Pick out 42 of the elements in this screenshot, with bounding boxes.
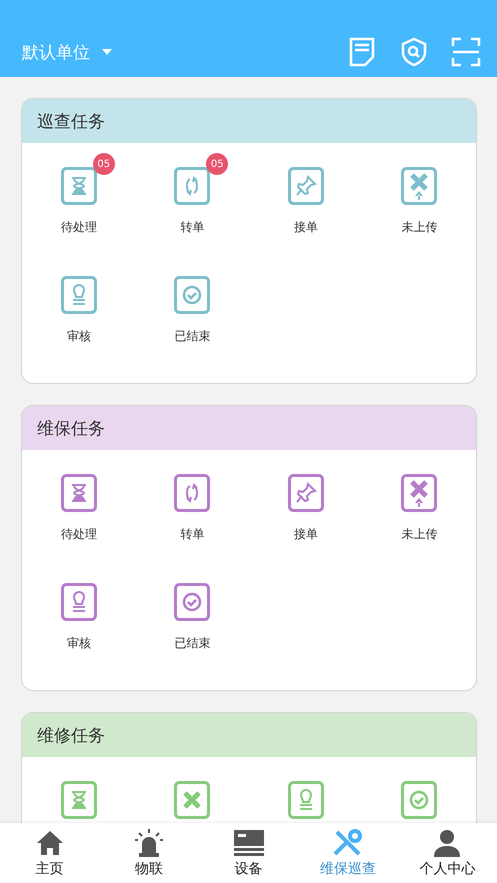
transfer-icon xyxy=(174,167,210,205)
caret-icon xyxy=(102,49,112,55)
task-item[interactable]: 已结束 xyxy=(152,262,232,345)
upload-icon xyxy=(401,474,438,512)
card-title: 维修任务 xyxy=(37,724,105,746)
pin-icon xyxy=(288,167,324,205)
shield-search-icon[interactable] xyxy=(399,37,429,67)
transfer-icon xyxy=(174,474,210,512)
document-icon[interactable] xyxy=(347,37,377,67)
task-item[interactable]: 已结束 xyxy=(152,569,232,652)
count-badge: 05 xyxy=(92,153,115,175)
task-item[interactable]: 未上传 xyxy=(379,153,460,236)
task-item[interactable]: 接单 xyxy=(266,460,346,543)
task-item[interactable]: 待处理 xyxy=(38,460,119,543)
nav-tab[interactable]: 设备 xyxy=(198,823,298,883)
task-item[interactable]: 审核 xyxy=(38,569,119,652)
hourglass-icon xyxy=(60,474,97,512)
nav-tab[interactable]: 物联 xyxy=(99,823,199,883)
nav-tab[interactable]: 个人中心 xyxy=(398,823,497,883)
cross-icon xyxy=(174,781,210,819)
nav-tab[interactable]: 主页 xyxy=(0,823,100,883)
task-item[interactable]: 未上传 xyxy=(379,460,460,543)
task-item[interactable]: 05 待处理 xyxy=(38,153,119,236)
card-title: 巡查任务 xyxy=(37,110,105,132)
stamp-icon xyxy=(60,583,97,621)
check-icon xyxy=(174,276,210,314)
task-item[interactable]: 审核 xyxy=(38,262,119,345)
hourglass-icon xyxy=(60,781,97,819)
count-badge: 05 xyxy=(206,153,228,175)
task-item[interactable]: 转单 xyxy=(152,460,232,543)
stamp-icon xyxy=(288,781,324,819)
hourglass-icon xyxy=(60,167,97,205)
stamp-icon xyxy=(60,276,97,314)
check-icon xyxy=(174,583,210,621)
task-item[interactable]: 接单 xyxy=(266,153,346,236)
scan-icon[interactable] xyxy=(451,37,481,67)
pin-icon xyxy=(288,474,324,512)
card-title: 维保任务 xyxy=(37,418,105,440)
device-icon xyxy=(232,828,266,858)
upload-icon xyxy=(401,167,438,205)
check-icon xyxy=(401,781,438,819)
task-item[interactable]: 05 转单 xyxy=(152,153,232,236)
